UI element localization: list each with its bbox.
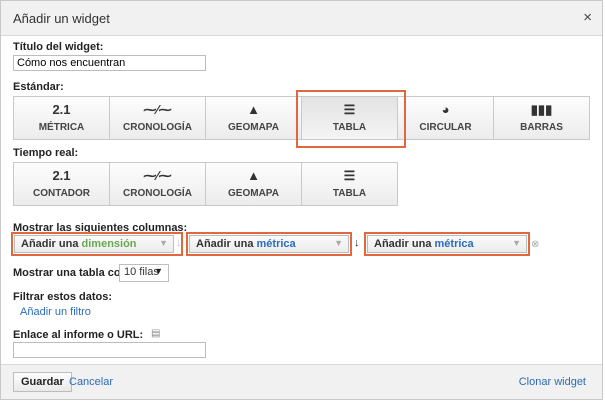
counter-icon: 2.1 [52, 168, 71, 183]
realtime-timeline-button[interactable]: ⁓∕⁓ CRONOLOGÍA [109, 162, 206, 206]
bars-icon: ▮▮▮ [530, 102, 553, 117]
button-label: CIRCULAR [419, 122, 472, 133]
table-icon: ☰ [343, 102, 356, 117]
arrow-down-icon: ↓ [354, 237, 360, 249]
add-metric-select-2[interactable]: Añadir una métrica ▼ [367, 235, 527, 253]
filter-label: Filtrar estos datos: [13, 291, 113, 303]
metric-icon: 2.1 [52, 102, 71, 117]
standard-table-button[interactable]: ☰ TABLA [301, 96, 398, 140]
standard-metric-button[interactable]: 2.1 MÉTRICA [13, 96, 110, 140]
standard-label: Estándar: [13, 81, 64, 93]
geomap-icon: ▲ [247, 168, 260, 183]
standard-timeline-button[interactable]: ⁓∕⁓ CRONOLOGÍA [109, 96, 206, 140]
button-label: CONTADOR [32, 188, 91, 199]
standard-bars-button[interactable]: ▮▮▮ BARRAS [493, 96, 590, 140]
button-label: TABLA [332, 188, 367, 199]
chevron-down-icon: ▼ [334, 238, 343, 248]
geomap-icon: ▲ [247, 102, 260, 117]
columns-label: Mostrar las siguientes columnas: [13, 222, 188, 234]
widget-title-label: Título del widget: [13, 41, 104, 53]
button-label: GEOMAPA [228, 188, 279, 199]
dialog-titlebar: Añadir un widget × [1, 1, 602, 36]
metric-keyword: métrica [434, 238, 474, 250]
arrow-down-icon: ↓ [176, 237, 182, 249]
close-icon[interactable]: × [583, 9, 592, 26]
realtime-label: Tiempo real: [13, 147, 79, 159]
realtime-table-button[interactable]: ☰ TABLA [301, 162, 398, 206]
clone-widget-link[interactable]: Clonar widget [519, 376, 586, 388]
rows-select[interactable]: 10 filas ▼ [119, 264, 169, 282]
add-dimension-select[interactable]: Añadir una dimensión ▼ [14, 235, 174, 253]
standard-geomap-button[interactable]: ▲ GEOMAPA [205, 96, 302, 140]
document-icon: ▤ [151, 328, 161, 339]
realtime-counter-button[interactable]: 2.1 CONTADOR [13, 162, 110, 206]
pie-icon: ◕ [441, 102, 450, 117]
add-filter-link[interactable]: Añadir un filtro [20, 306, 91, 318]
cancel-link[interactable]: Cancelar [69, 376, 113, 388]
chevron-down-icon: ▼ [512, 238, 521, 248]
metric-keyword: métrica [256, 238, 296, 250]
button-label: GEOMAPA [228, 122, 279, 133]
dialog-footer: Guardar Cancelar Clonar widget [1, 364, 602, 399]
report-link-label: Enlace al informe o URL: [13, 329, 144, 341]
standard-pie-button[interactable]: ◕ CIRCULAR [397, 96, 494, 140]
report-url-input[interactable] [13, 342, 206, 358]
button-label: TABLA [332, 122, 367, 133]
add-widget-dialog: Añadir un widget × Título del widget: Es… [0, 0, 603, 400]
button-label: CRONOLOGÍA [123, 188, 192, 199]
table-icon: ☰ [343, 168, 356, 183]
remove-icon[interactable]: ⊗ [531, 239, 539, 250]
realtime-geomap-button[interactable]: ▲ GEOMAPA [205, 162, 302, 206]
timeline-icon: ⁓∕⁓ [143, 102, 172, 117]
timeline-icon: ⁓∕⁓ [143, 168, 172, 183]
show-table-label: Mostrar una tabla con [13, 267, 128, 279]
realtime-visualization-buttons: 2.1 CONTADOR ⁓∕⁓ CRONOLOGÍA ▲ GEOMAPA ☰ … [13, 162, 398, 206]
standard-visualization-buttons: 2.1 MÉTRICA ⁓∕⁓ CRONOLOGÍA ▲ GEOMAPA ☰ T… [13, 96, 590, 140]
dimension-keyword: dimensión [81, 238, 137, 250]
select-prefix: Añadir una [374, 238, 435, 250]
save-button[interactable]: Guardar [13, 372, 72, 392]
button-label: CRONOLOGÍA [123, 122, 192, 133]
chevron-down-icon: ▼ [159, 238, 168, 248]
dialog-title: Añadir un widget [13, 11, 110, 26]
add-metric-select-1[interactable]: Añadir una métrica ▼ [189, 235, 349, 253]
button-label: MÉTRICA [38, 122, 85, 133]
widget-title-input[interactable] [13, 55, 206, 71]
select-prefix: Añadir una [196, 238, 257, 250]
button-label: BARRAS [520, 122, 563, 133]
select-prefix: Añadir una [21, 238, 82, 250]
chevron-down-icon: ▼ [154, 266, 163, 276]
